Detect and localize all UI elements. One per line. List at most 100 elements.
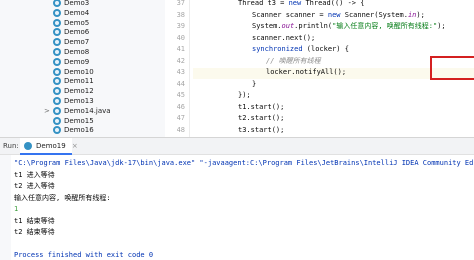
class-icon [53, 28, 61, 37]
code-editor[interactable]: 3738394041424344454647484950 Thread t3 =… [165, 0, 474, 137]
code-token: locker.notifyAll(); [266, 68, 347, 76]
run-tab-label: Demo19 [36, 142, 66, 150]
tree-item-demo12[interactable]: Demo12 [0, 86, 165, 96]
tree-item-label: Demo11 [64, 77, 94, 86]
code-line[interactable]: locker.notifyAll(); [266, 67, 346, 77]
code-line[interactable]: }); [238, 90, 251, 100]
line-number: 43 [176, 68, 185, 76]
code-token: (locker) { [302, 45, 349, 53]
code-token: ); [416, 10, 425, 19]
tree-item-demo7[interactable]: Demo7 [0, 37, 165, 47]
chevron-right-icon[interactable]: > [44, 106, 50, 116]
code-token: t2.start(); [238, 114, 285, 122]
tree-item-demo10[interactable]: Demo10 [0, 67, 165, 77]
tree-item-demo4[interactable]: Demo4 [0, 8, 165, 18]
code-token: ); [437, 22, 446, 30]
code-line[interactable]: t3.start(); [238, 125, 284, 135]
line-number: 39 [176, 22, 185, 30]
code-line[interactable]: t2.start(); [238, 113, 284, 123]
code-line[interactable]: Scanner scanner = new Scanner(System.in)… [252, 10, 425, 20]
tree-item-label: Demo3 [64, 0, 90, 7]
tree-item-label: Demo16 [64, 126, 94, 135]
line-number: 42 [176, 56, 185, 65]
annotation-highlight-box [430, 56, 474, 80]
project-tree: Demo3 Demo4 Demo5 Demo6 Demo7 Demo8 Demo9 Demo1… [0, 0, 165, 137]
console-exit-line: Process finished with exit code 0 [14, 251, 154, 259]
tree-item-demo11[interactable]: Demo11 [0, 76, 165, 86]
close-icon[interactable]: × [72, 141, 78, 151]
code-token: scanner.next(); [252, 33, 316, 42]
class-icon [53, 126, 61, 135]
tree-item-demo16[interactable]: Demo16 [0, 125, 165, 135]
console-line: 输入任意内容, 唤醒所有线程: [14, 193, 111, 202]
code-token: .println( [294, 22, 333, 30]
class-icon [53, 57, 61, 66]
code-token: } [252, 79, 257, 88]
tree-item-label: Demo12 [64, 87, 94, 96]
run-tab-demo19[interactable]: Demo19 × [20, 138, 78, 155]
tree-item-demo9[interactable]: Demo9 [0, 57, 165, 67]
tree-item-demo14-java[interactable]: > Demo14.java [0, 106, 165, 116]
class-icon [53, 8, 61, 17]
console-line: t2 结束等待 [14, 228, 55, 236]
line-number: 40 [176, 33, 185, 42]
code-token: Thread t3 = [238, 0, 289, 7]
class-icon [53, 38, 61, 47]
class-icon [53, 67, 61, 76]
class-icon [53, 18, 61, 27]
code-token: t1.start(); [238, 102, 285, 111]
class-icon [53, 97, 61, 105]
console-line: t1 结束等待 [14, 216, 55, 225]
tree-item-label: Demo8 [64, 48, 90, 56]
code-token: t3.start(); [238, 125, 285, 134]
code-token: // 唤醒所有线程 [266, 56, 321, 65]
class-icon [53, 0, 61, 7]
code-token: Scanner(System. [340, 10, 408, 19]
code-token: out [281, 22, 295, 30]
tree-item-label: Demo5 [64, 18, 90, 27]
code-token: Thread(() -> { [301, 0, 365, 7]
class-icon [53, 87, 61, 96]
code-line[interactable]: } [252, 79, 256, 89]
fold-guide [189, 0, 190, 137]
console-gutter [0, 155, 11, 260]
class-icon [53, 48, 61, 56]
run-label: Run: [3, 142, 19, 150]
tree-item-demo8[interactable]: Demo8 [0, 47, 165, 57]
code-token: System. [252, 22, 282, 30]
code-token: synchronized [252, 45, 303, 53]
line-number: 46 [176, 102, 185, 111]
tree-item-demo6[interactable]: Demo6 [0, 27, 165, 37]
code-line[interactable]: scanner.next(); [252, 33, 315, 43]
console-command-line: "C:\Program Files\Java\jdk-17\bin\java.e… [14, 159, 474, 167]
tree-item-label: Demo6 [64, 28, 90, 37]
tree-item-label: Demo7 [64, 38, 90, 47]
line-number: 47 [176, 114, 185, 122]
code-line[interactable]: System.out.println("输入任意内容, 唤醒所有线程:"); [252, 21, 446, 31]
code-token: Scanner scanner = [252, 10, 328, 19]
line-number: 48 [176, 125, 185, 134]
code-line[interactable]: Thread t3 = new Thread(() -> { [238, 0, 364, 8]
tree-item-label: Demo15 [64, 116, 94, 125]
tree-item-label: Demo13 [64, 97, 94, 105]
console-line: t1 进入等待 [14, 170, 55, 179]
code-line[interactable]: // 唤醒所有线程 [266, 56, 321, 66]
tree-item-label: Demo10 [64, 67, 94, 76]
line-number: 38 [176, 10, 185, 19]
code-line[interactable]: synchronized (locker) { [252, 44, 349, 54]
class-icon [53, 77, 61, 86]
code-token: new [327, 10, 341, 19]
console-output[interactable]: "C:\Program Files\Java\jdk-17\bin\java.e… [0, 155, 474, 260]
tree-item-demo15[interactable]: Demo15 [0, 116, 165, 126]
line-number: 45 [176, 91, 185, 99]
code-token: "输入任意内容, 唤醒所有线程:" [332, 22, 438, 30]
class-icon [53, 116, 61, 125]
class-icon [53, 106, 61, 115]
tree-item-label: Demo9 [64, 57, 90, 66]
line-number: 37 [176, 0, 185, 7]
tree-item-demo13[interactable]: Demo13 [0, 96, 165, 106]
tree-item-demo5[interactable]: Demo5 [0, 18, 165, 28]
tree-item-demo3[interactable]: Demo3 [0, 0, 165, 8]
code-token: }); [238, 91, 251, 99]
code-line[interactable]: t1.start(); [238, 102, 284, 112]
